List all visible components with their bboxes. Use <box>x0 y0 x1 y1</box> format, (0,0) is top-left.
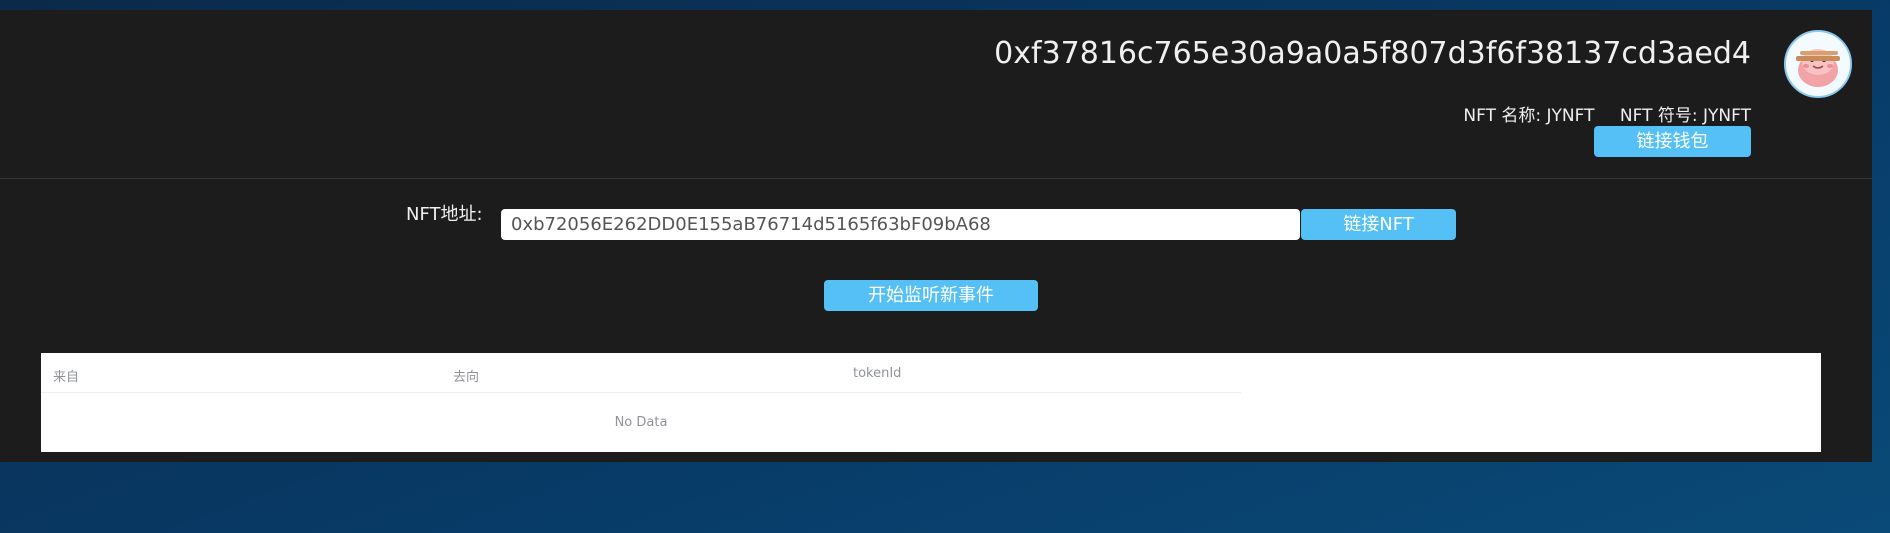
connect-nft-button[interactable]: 链接NFT <box>1301 209 1456 240</box>
account-address: 0xf37816c765e30a9a0a5f807d3f6f38137cd3ae… <box>994 36 1751 71</box>
events-table: 来自 去向 tokenId No Data <box>41 353 1821 452</box>
header: 0xf37816c765e30a9a0a5f807d3f6f38137cd3ae… <box>0 10 1872 179</box>
avatar[interactable] <box>1784 30 1852 98</box>
nft-meta: NFT 名称: JYNFT NFT 符号: JYNFT <box>1443 101 1751 126</box>
connect-wallet-button[interactable]: 链接钱包 <box>1594 126 1751 157</box>
nft-symbol: NFT 符号: JYNFT <box>1619 106 1751 126</box>
column-header-from: 来自 <box>53 370 80 385</box>
nft-name: NFT 名称: JYNFT <box>1463 106 1595 126</box>
table-header: 来自 去向 tokenId <box>41 353 1241 393</box>
column-header-to: 去向 <box>453 370 480 385</box>
app-panel: 0xf37816c765e30a9a0a5f807d3f6f38137cd3ae… <box>0 10 1872 462</box>
cartoon-avatar-icon <box>1796 49 1840 87</box>
nft-address-label: NFT地址: <box>406 204 483 225</box>
empty-state-text: No Data <box>614 415 668 430</box>
nft-address-input[interactable] <box>501 209 1300 240</box>
column-header-tokenid: tokenId <box>853 366 902 381</box>
start-listen-button[interactable]: 开始监听新事件 <box>824 280 1038 311</box>
